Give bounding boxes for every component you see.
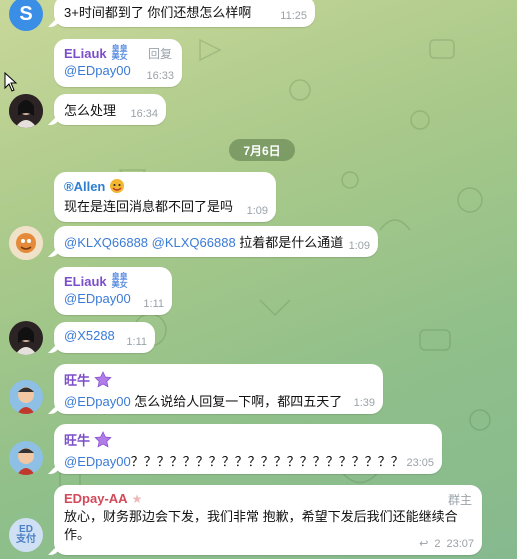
sender-name[interactable]: 旺牛: [64, 430, 90, 449]
message-time: 23:07: [446, 537, 474, 550]
message-bubble[interactable]: @KLXQ66888 @KLXQ66888 拉着都是什么通道 1:09: [54, 226, 378, 257]
message-time: 1:11: [143, 298, 164, 310]
mention-link[interactable]: @EDpay00: [64, 394, 131, 409]
message-bubble[interactable]: 旺牛 @EDpay00？？？？？？？？？？？？？？？？？？？？？ 23:05: [54, 424, 442, 474]
user-photo-icon: [9, 94, 43, 128]
user-photo-icon: [9, 321, 43, 355]
date-separator: 7月6日: [229, 139, 295, 161]
avatar[interactable]: [9, 94, 43, 128]
avatar[interactable]: [9, 441, 43, 475]
message-time: 16:33: [146, 70, 174, 82]
message-time: 1:09: [246, 205, 268, 217]
reply-count[interactable]: 2: [434, 538, 440, 550]
mouse-cursor-icon: [4, 72, 18, 92]
message-text: 3+时间都到了 你们还想怎么样啊: [64, 5, 252, 20]
avatar[interactable]: [9, 226, 43, 260]
star-badge-icon: [94, 370, 112, 387]
message-bubble[interactable]: 旺牛 @EDpay00 怎么说给人回复一下啊，都四五天了 1:39: [54, 364, 383, 414]
face-emoji-icon: [110, 179, 125, 193]
reply-button[interactable]: 回复: [148, 45, 172, 62]
mention-link[interactable]: @X5288: [64, 328, 115, 343]
star-badge-icon: [94, 430, 112, 447]
cartoon-avatar-icon: [9, 441, 43, 475]
avatar[interactable]: [9, 380, 43, 414]
sender-name[interactable]: 旺牛: [64, 370, 90, 389]
sender-badge: 皇皇美女: [111, 44, 128, 61]
sender-badge: 皇皇美女: [111, 272, 128, 289]
sender-name[interactable]: ®Allen: [64, 179, 105, 194]
message-time: 1:09: [348, 240, 370, 252]
reply-arrow-icon[interactable]: ↩: [419, 537, 428, 550]
message-bubble[interactable]: ®Allen 现在是连回消息都不回了是吗 1:09: [54, 172, 276, 222]
message-bubble[interactable]: EDpay-AA ★ 群主 放心，财务那边会下发，我们非常 抱歉，希望下发后我们…: [54, 485, 482, 555]
avatar[interactable]: [9, 321, 43, 355]
message-text: 放心，财务那边会下发，我们非常 抱歉，希望下发后我们还能继续合作。: [64, 509, 458, 542]
sender-name[interactable]: ELiauk: [64, 46, 107, 61]
message-time: 1:11: [126, 336, 147, 348]
sender-name[interactable]: ELiauk: [64, 274, 107, 289]
star-icon: ★: [131, 491, 143, 506]
avatar[interactable]: ED 支付: [9, 518, 43, 552]
message-bubble[interactable]: 怎么处理 16:34: [54, 94, 166, 125]
message-bubble[interactable]: @X5288 1:11: [54, 322, 155, 353]
mention-link[interactable]: @KLXQ66888 @KLXQ66888: [64, 235, 236, 250]
message-bubble[interactable]: ELiauk 皇皇美女 @EDpay00 1:11: [54, 267, 172, 315]
message-time: 11:25: [280, 10, 307, 22]
message-text: ？？？？？？？？？？？？？？？？？？？？？: [130, 454, 404, 469]
admin-role-label: 群主: [447, 493, 472, 507]
message-text: 现在是连回消息都不回了是吗: [64, 199, 234, 214]
message-time: 1:39: [353, 397, 375, 409]
message-bubble[interactable]: ELiauk 皇皇美女 @EDpay00 回复 16:33: [54, 39, 182, 87]
message-text: 怎么处理: [64, 103, 117, 118]
message-text: 怎么说给人回复一下啊，都四五天了: [130, 394, 343, 409]
sender-name[interactable]: EDpay-AA: [64, 491, 128, 506]
message-time: 23:05: [406, 457, 434, 469]
message-text: 拉着都是什么通道: [235, 235, 344, 250]
message-time: 16:34: [130, 108, 158, 120]
avatar[interactable]: S: [9, 0, 43, 31]
mention-link[interactable]: @EDpay00: [64, 291, 131, 306]
cartoon-avatar-icon: [9, 380, 43, 414]
mention-link[interactable]: @EDpay00: [64, 454, 131, 469]
message-bubble[interactable]: 3+时间都到了 你们还想怎么样啊 11:25: [54, 0, 315, 27]
message-meta: ↩ 2 23:07: [419, 537, 474, 551]
cartoon-avatar-icon: [9, 226, 43, 260]
mention-link[interactable]: @EDpay00: [64, 63, 131, 78]
